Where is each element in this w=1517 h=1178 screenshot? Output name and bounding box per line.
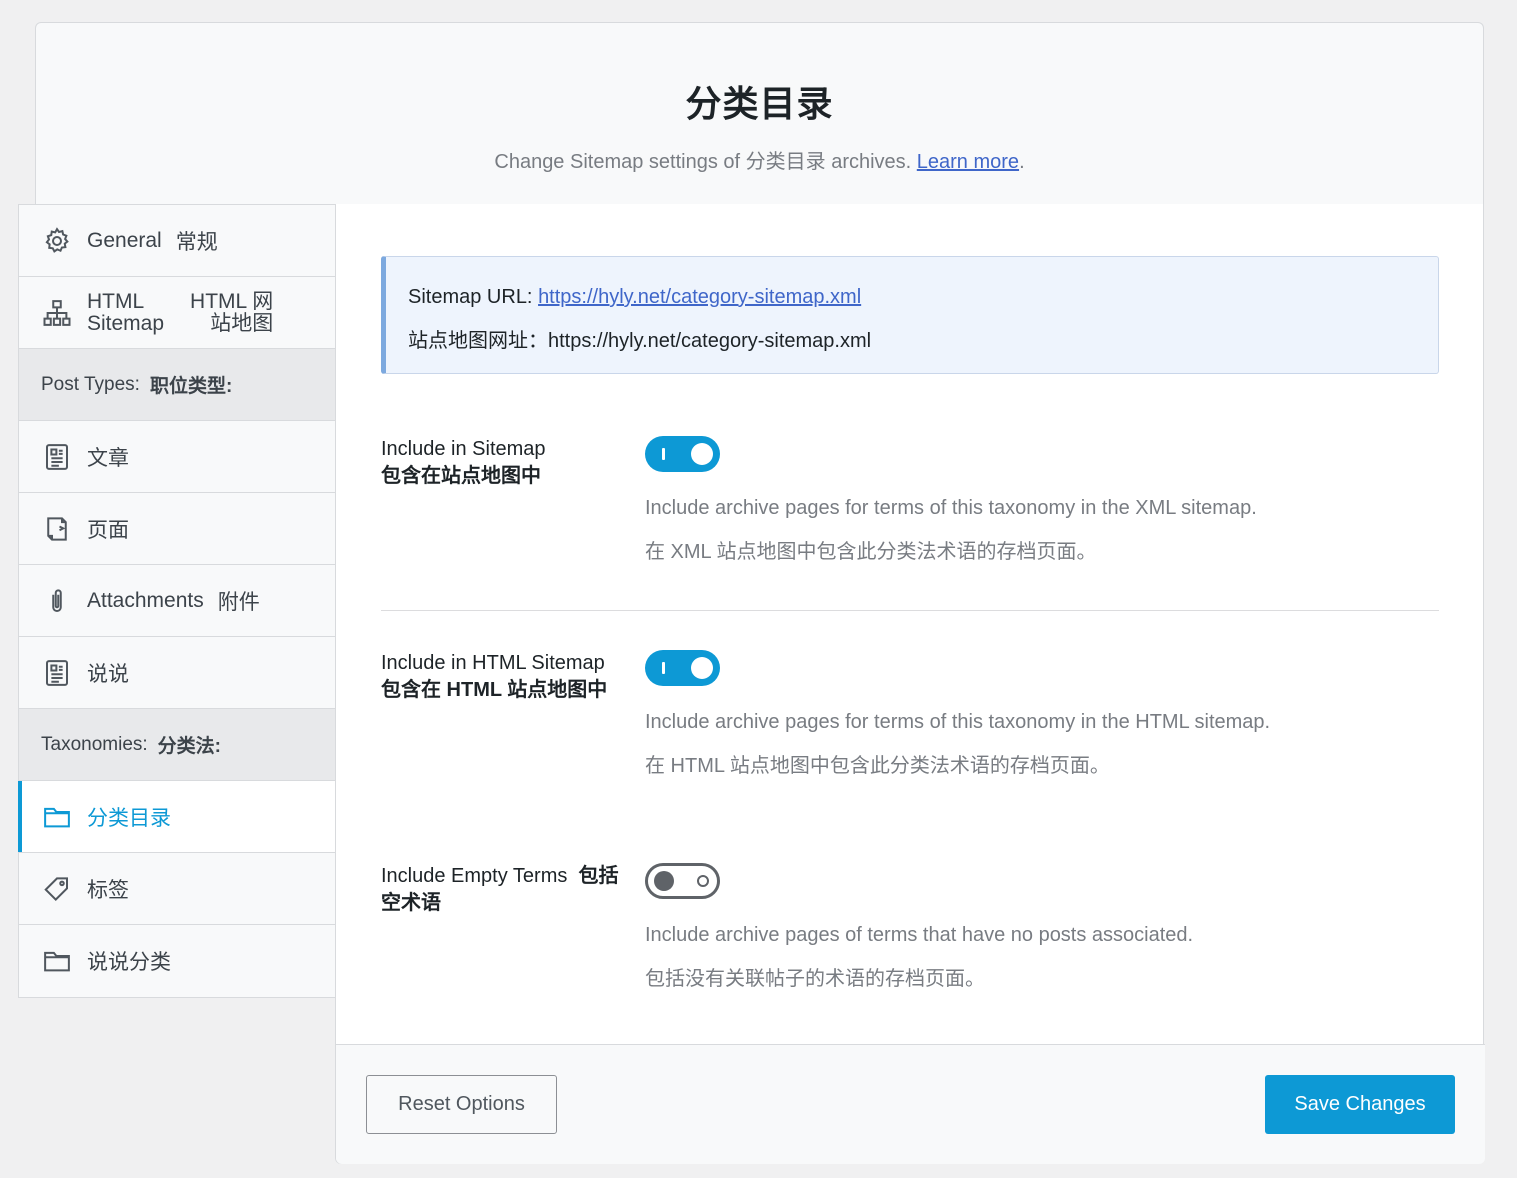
setting-label: Include in Sitemap 包含在站点地图中	[381, 438, 546, 487]
folder-icon	[41, 801, 73, 833]
sidebar-item-label: 标签	[87, 878, 129, 902]
page-title: 分类目录	[685, 83, 834, 124]
sidebar-item-general[interactable]: General 常规	[19, 205, 335, 277]
setting-description: Include archive pages for terms of this …	[645, 711, 1271, 777]
sidebar-item-tags[interactable]: 标签	[19, 853, 335, 925]
sidebar-item-post[interactable]: 文章	[19, 421, 335, 493]
sidebar-group-taxonomies: Taxonomies: 分类法:	[19, 709, 335, 781]
sidebar-item-label: 说说	[87, 662, 129, 686]
tag-icon	[41, 873, 73, 905]
sidebar-item-shuoshuo-category[interactable]: 说说分类	[19, 925, 335, 997]
include-empty-terms-toggle[interactable]	[645, 863, 720, 899]
page-icon	[41, 513, 73, 545]
sidebar-item-label-zh: 站地图	[210, 311, 274, 335]
save-changes-button[interactable]: Save Changes	[1265, 1075, 1455, 1134]
sidebar-item-label: Attachments	[87, 588, 204, 612]
setting-label: Include Empty Terms 包括空术语	[381, 865, 619, 914]
include-in-sitemap-toggle[interactable]	[645, 436, 720, 472]
sitemap-url-link[interactable]: https://hyly.net/category-sitemap.xml	[538, 286, 861, 308]
include-in-html-sitemap-toggle[interactable]	[645, 650, 720, 686]
setting-description: Include archive pages for terms of this …	[645, 497, 1257, 563]
sitemap-url-notice: Sitemap URL: https://hyly.net/category-s…	[381, 256, 1439, 374]
settings-footer: Reset Options Save Changes	[336, 1044, 1485, 1164]
gear-icon	[41, 225, 73, 257]
document-icon	[41, 441, 73, 473]
reset-options-button[interactable]: Reset Options	[366, 1075, 557, 1134]
sidebar-item-shuoshuo[interactable]: 说说	[19, 637, 335, 709]
sitemap-url-label: Sitemap URL:	[408, 286, 539, 308]
document-icon	[41, 657, 73, 689]
sidebar-item-label: Sitemap	[87, 311, 165, 335]
sidebar-item-label: HTML	[87, 289, 145, 313]
sidebar-item-label-zh: 附件	[217, 590, 260, 614]
sidebar-item-label: 文章	[87, 446, 129, 470]
settings-sidebar: General 常规 HTML Sitemap HTML 网 站地图 Post …	[18, 204, 336, 998]
sitemap-url-zh: 站点地图网址：https://hyly.net/category-sitemap…	[408, 330, 872, 352]
sidebar-group-post-types: Post Types: 职位类型:	[19, 349, 335, 421]
sidebar-item-label-zh: HTML 网	[190, 289, 274, 313]
setting-description: Include archive pages of terms that have…	[645, 924, 1194, 990]
sitemap-icon	[41, 297, 73, 329]
sidebar-item-page[interactable]: 页面	[19, 493, 335, 565]
paperclip-icon	[41, 585, 73, 617]
setting-label: Include in HTML Sitemap 包含在 HTML 站点地图中	[381, 652, 608, 701]
page-subtitle: Change Sitemap settings of 分类目录 archives…	[494, 151, 1025, 173]
sidebar-item-label: 页面	[87, 518, 129, 542]
folder-icon	[41, 945, 73, 977]
sidebar-item-label-zh: 常规	[175, 230, 218, 254]
subtitle-text: Change Sitemap settings of 分类目录 archives…	[494, 151, 917, 173]
sidebar-item-label: 分类目录	[87, 806, 171, 830]
sidebar-item-label: General	[87, 228, 162, 252]
settings-divider	[381, 610, 1439, 611]
sidebar-item-category[interactable]: 分类目录	[18, 781, 335, 853]
page-header: 分类目录 Change Sitemap settings of 分类目录 arc…	[35, 22, 1484, 204]
settings-panel: Sitemap URL: https://hyly.net/category-s…	[335, 204, 1485, 1164]
sidebar-item-attachments[interactable]: Attachments 附件	[19, 565, 335, 637]
learn-more-link[interactable]: Learn more	[917, 151, 1019, 173]
sidebar-item-label: 说说分类	[87, 951, 171, 974]
sidebar-item-html-sitemap[interactable]: HTML Sitemap HTML 网 站地图	[19, 277, 335, 349]
